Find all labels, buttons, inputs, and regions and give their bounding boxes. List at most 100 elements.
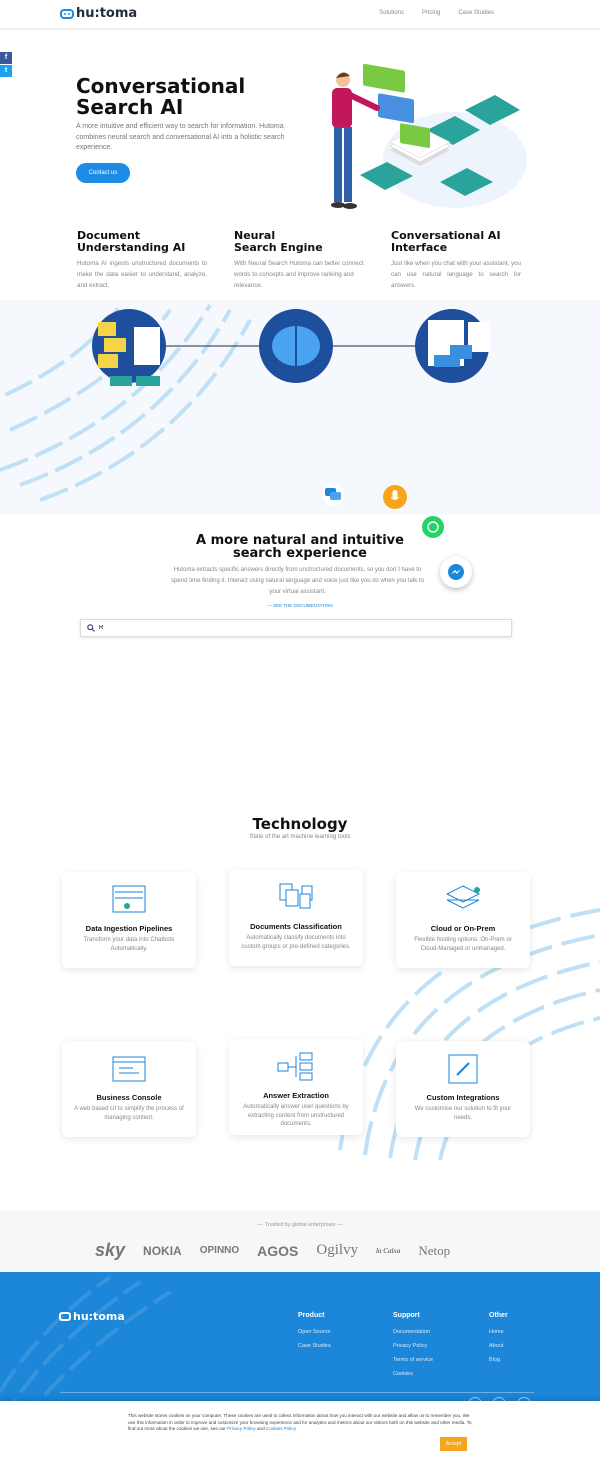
footer-link-open-source[interactable]: Open Source xyxy=(298,1329,331,1335)
cookie-text: This website stores cookies on your comp… xyxy=(128,1413,474,1433)
ogilvy-logo: Ogilvy xyxy=(316,1242,359,1258)
facebook-icon[interactable]: f xyxy=(0,52,12,64)
feature-conversational-interface: Conversational AI Interface Just like whe… xyxy=(391,230,521,291)
feature-document-understanding: Document Understanding AI Hutoma AI inges… xyxy=(77,230,207,291)
footer-link-cookies[interactable]: Cookies xyxy=(393,1371,433,1377)
feature-text: Just like when you chat with your assist… xyxy=(391,260,522,289)
card-answer-extraction[interactable]: Answer Extraction Automatically answer u… xyxy=(229,1039,363,1135)
natural-search-title: A more natural and intuitive search expe… xyxy=(0,534,600,560)
contact-us-button[interactable]: Contact us xyxy=(76,163,130,183)
hero-title-line2: Search AI xyxy=(76,95,184,119)
technology-subtitle: State of the art machine learning tools xyxy=(249,834,351,840)
messenger-icon[interactable] xyxy=(440,556,472,588)
card-documents-classification[interactable]: Documents Classification Automatically c… xyxy=(229,870,363,966)
cookie-and: and xyxy=(255,1426,266,1431)
feature-title-line2: Understanding AI xyxy=(77,241,186,254)
card-title: Business Console xyxy=(96,1093,162,1102)
footer-col-title: Product xyxy=(298,1312,325,1319)
technology-title: Technology xyxy=(252,815,348,833)
footer-logo-text: hu:toma xyxy=(73,1310,125,1323)
natural-title-line2: search experience xyxy=(232,546,367,561)
feature-diagram xyxy=(0,300,600,515)
footer-link-blog[interactable]: Blog xyxy=(489,1357,508,1363)
sky-logo: sky xyxy=(95,1240,126,1260)
server-layers-icon xyxy=(445,885,481,909)
footer-col-title: Other xyxy=(489,1312,508,1319)
hero-illustration xyxy=(331,63,527,209)
card-text: Automatically answer user questions by e… xyxy=(243,1104,349,1127)
card-cloud-on-prem[interactable]: Cloud or On-Prem Flexible hosting option… xyxy=(396,872,530,968)
social-share: f t xyxy=(0,52,12,78)
footer-link-terms[interactable]: Terms of service xyxy=(393,1357,433,1363)
hero-title: Conversational Search AI xyxy=(76,76,276,118)
card-title: Cloud or On-Prem xyxy=(430,924,496,933)
card-text: Flexible hosting options: On-Prem or Clo… xyxy=(414,937,512,952)
footer-link-privacy[interactable]: Privacy Policy xyxy=(393,1343,433,1349)
footer-product: Product Open Source Case Studies xyxy=(298,1312,331,1357)
netop-logo: Netop xyxy=(418,1242,451,1258)
nokia-logo: NOKIA xyxy=(143,1243,182,1258)
documents-icon xyxy=(279,883,313,909)
footer-divider xyxy=(60,1392,534,1393)
cookie-body: This website stores cookies on your comp… xyxy=(128,1413,472,1431)
logo-icon xyxy=(59,1312,71,1321)
documentation-link[interactable]: — SEE THE DOCUMENTATION xyxy=(0,600,600,611)
card-text: We customise our solution to fit your ne… xyxy=(414,1106,512,1121)
la-caixa-logo: la Caixa xyxy=(376,1246,401,1255)
trusted-section: — Trusted by global enterprises — sky NO… xyxy=(0,1210,600,1272)
card-text: Automatically classify documents into cu… xyxy=(241,935,351,950)
footer-link-about[interactable]: About xyxy=(489,1343,508,1349)
logo-text: hu:toma xyxy=(76,6,138,21)
nav-pricing[interactable]: Pricing xyxy=(422,10,440,16)
card-title: Custom Integrations xyxy=(426,1093,500,1102)
footer-logo[interactable]: hu:toma xyxy=(59,1310,125,1323)
logo[interactable]: hu:toma xyxy=(60,6,137,21)
footer-link-case-studies[interactable]: Case Studies xyxy=(298,1343,331,1349)
feature-text: Hutoma AI ingests unstructured documents… xyxy=(77,260,207,289)
feature-title: Conversational AI Interface xyxy=(391,230,521,254)
card-title: Answer Extraction xyxy=(263,1091,329,1100)
accept-cookies-button[interactable]: Accept xyxy=(440,1437,467,1451)
search-icon xyxy=(87,624,95,632)
footer-col-title: Support xyxy=(393,1312,420,1319)
card-business-console[interactable]: Business Console A web based UI to simpl… xyxy=(62,1041,196,1137)
hero-title-line1: Conversational xyxy=(76,74,246,98)
card-text: A web based UI to simplify the process o… xyxy=(74,1106,184,1121)
hero-subtitle: A more intuitive and efficient way to se… xyxy=(76,123,285,151)
opinno-logo: OPINNO xyxy=(199,1245,240,1256)
card-title: Data Ingestion Pipelines xyxy=(85,924,173,933)
search-bar xyxy=(80,619,512,637)
console-icon xyxy=(112,1056,146,1082)
main-nav: Solutions Pricing Case Studies xyxy=(379,10,494,16)
card-title: Documents Classification xyxy=(250,922,342,931)
site-header: hu:toma Solutions Pricing Case Studies xyxy=(0,0,600,28)
footer-support: Support Documentation Privacy Policy Ter… xyxy=(393,1312,433,1385)
feature-text: With Neural Search Hutoma can better con… xyxy=(234,260,364,289)
feature-title: Neural Search Engine xyxy=(234,230,364,254)
twitter-icon[interactable]: t xyxy=(0,65,12,77)
chat-bubble-icon[interactable] xyxy=(322,484,344,506)
data-pipeline-icon xyxy=(112,885,146,913)
person-icon xyxy=(331,72,380,209)
search-input[interactable] xyxy=(99,625,499,631)
trusted-label: — Trusted by global enterprises — xyxy=(257,1222,343,1228)
privacy-policy-link[interactable]: Privacy Policy xyxy=(227,1426,256,1431)
feature-title-line2: Interface xyxy=(391,241,448,254)
cookies-policy-link[interactable]: Cookies Policy xyxy=(266,1426,296,1431)
extraction-icon xyxy=(277,1052,313,1081)
microphone-icon[interactable] xyxy=(383,485,407,509)
nav-solutions[interactable]: Solutions xyxy=(379,10,404,16)
logo-icon xyxy=(60,8,74,19)
card-data-ingestion[interactable]: Data Ingestion Pipelines Transform your … xyxy=(62,872,196,968)
agos-logo: AGOS xyxy=(257,1242,299,1259)
client-logos: sky NOKIA OPINNO AGOS Ogilvy la Caixa Ne… xyxy=(95,1240,450,1261)
footer-other: Other Home About Blog xyxy=(489,1312,508,1371)
card-text: Transform your data into Chatbots Automa… xyxy=(83,937,175,952)
card-custom-integrations[interactable]: Custom Integrations We customise our sol… xyxy=(396,1041,530,1137)
footer-link-documentation[interactable]: Documentation xyxy=(393,1329,433,1335)
feature-title-line2: Search Engine xyxy=(234,241,323,254)
feature-neural-search: Neural Search Engine With Neural Search H… xyxy=(234,230,364,291)
footer-link-home[interactable]: Home xyxy=(489,1329,508,1335)
natural-search-text: Hutoma extracts specific answers directl… xyxy=(171,567,424,595)
nav-case-studies[interactable]: Case Studies xyxy=(458,10,494,16)
